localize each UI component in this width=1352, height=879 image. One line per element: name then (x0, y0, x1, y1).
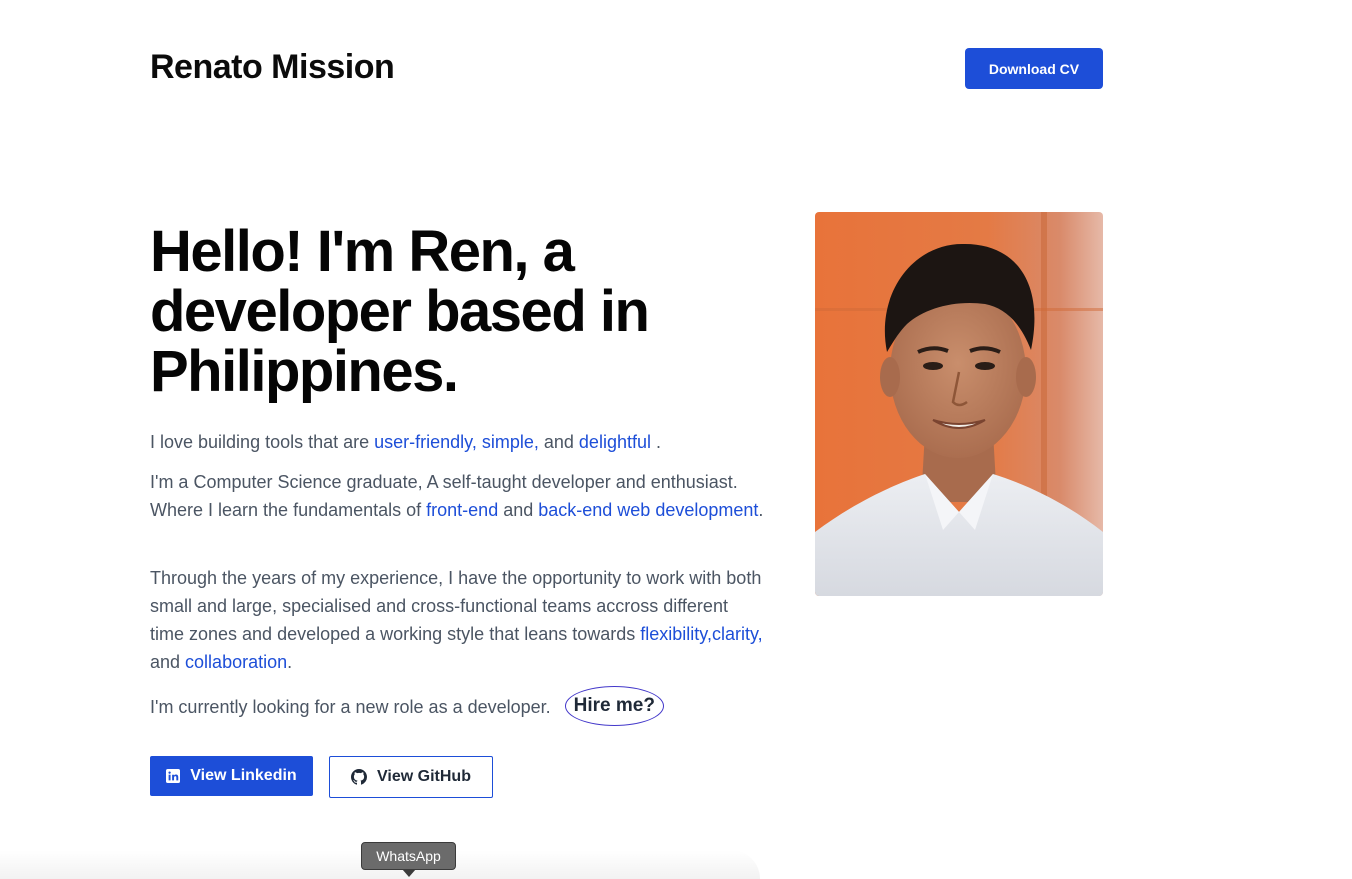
intro-text: I love building tools that are (150, 432, 375, 452)
hero-title: Hello! I'm Ren, a developer based in Phi… (150, 219, 650, 404)
experience-period: . (287, 652, 293, 672)
background-paragraph: I'm a Computer Science graduate, A self-… (150, 468, 765, 524)
tooltip-arrow (402, 869, 416, 877)
page: Renato Mission Download CV Hello! I'm Re… (0, 0, 1352, 879)
view-github-button[interactable]: View GitHub (329, 756, 493, 798)
link-user-friendly[interactable]: user-friendly, (374, 432, 477, 452)
view-github-label: View GitHub (377, 768, 471, 785)
link-delightful[interactable]: delightful (579, 432, 651, 452)
whatsapp-tooltip: WhatsApp (361, 842, 456, 870)
hire-me-link[interactable]: Hire me? (564, 686, 664, 726)
experience-paragraph: Through the years of my experience, I ha… (150, 564, 765, 676)
linkedin-icon (166, 769, 181, 783)
view-linkedin-button[interactable]: View Linkedin (150, 756, 313, 796)
link-flexibility[interactable]: flexibility, (640, 624, 712, 644)
link-back-end[interactable]: back-end web development (538, 500, 758, 520)
site-brand[interactable]: Renato Mission (150, 48, 395, 87)
intro-period: . (650, 432, 661, 452)
github-icon (351, 769, 368, 785)
looking-text: I'm currently looking for a new role as … (150, 697, 551, 717)
link-front-end[interactable]: front-end (426, 500, 498, 520)
link-simple[interactable]: simple, (482, 432, 539, 452)
looking-paragraph: I'm currently looking for a new role as … (150, 686, 765, 728)
background-and: and (498, 500, 539, 520)
profile-photo (815, 212, 1103, 596)
view-linkedin-label: View Linkedin (190, 767, 297, 784)
intro-paragraph: I love building tools that are user-frie… (150, 428, 765, 456)
intro-and: and (538, 432, 579, 452)
background-period: . (758, 500, 764, 520)
link-collaboration[interactable]: collaboration (185, 652, 287, 672)
link-clarity[interactable]: clarity, (712, 624, 763, 644)
download-cv-button[interactable]: Download CV (965, 48, 1103, 89)
experience-and: and (150, 652, 186, 672)
